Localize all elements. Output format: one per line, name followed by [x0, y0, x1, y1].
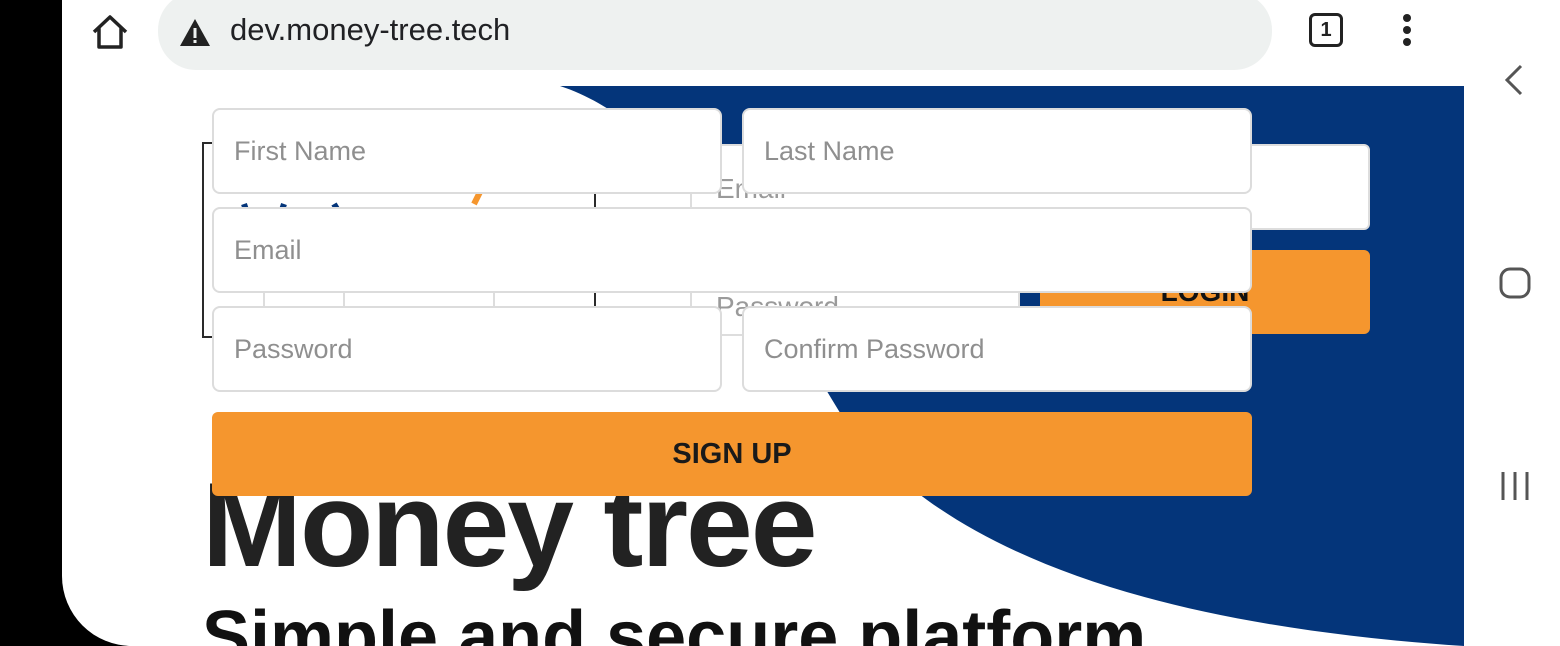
recent-apps-icon[interactable]	[1497, 468, 1533, 504]
hero-subheading: Simple and secure platform	[202, 597, 1147, 646]
url-text: dev.money-tree.tech	[230, 12, 511, 47]
warning-icon[interactable]	[178, 16, 212, 50]
first-name-field[interactable]	[212, 108, 722, 194]
web-page: Email Password LOGIN Money tree Simple a…	[62, 86, 1464, 646]
home-button-icon[interactable]	[1497, 265, 1533, 301]
phone-screen: dev.money-tree.tech 1 Email Password LOG…	[62, 0, 1464, 646]
last-name-field[interactable]	[742, 108, 1252, 194]
tab-switcher-button[interactable]: 1	[1309, 13, 1343, 47]
email-field[interactable]	[212, 207, 1252, 293]
sign-up-button[interactable]: SIGN UP	[212, 412, 1252, 496]
confirm-password-field[interactable]	[742, 306, 1252, 392]
back-icon[interactable]	[1497, 62, 1533, 98]
password-field[interactable]	[212, 306, 722, 392]
browser-toolbar: dev.money-tree.tech 1	[62, 0, 1464, 86]
home-icon[interactable]	[90, 12, 130, 52]
more-options-icon[interactable]	[1392, 10, 1422, 50]
address-bar[interactable]: dev.money-tree.tech	[158, 0, 1272, 70]
